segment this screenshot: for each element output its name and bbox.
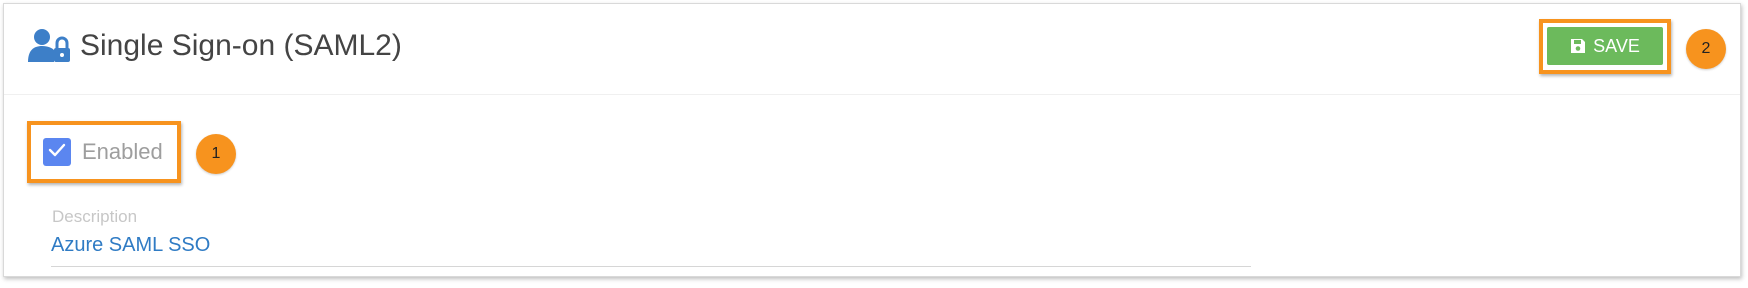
sso-settings-panel: Single Sign-on (SAML2) SAVE 2 Enabled 1 … [3, 3, 1741, 277]
checkmark-icon [48, 143, 66, 162]
panel-header: Single Sign-on (SAML2) [4, 4, 1740, 95]
callout-1: 1 [196, 134, 236, 174]
save-button[interactable]: SAVE [1547, 27, 1663, 65]
user-lock-icon [28, 28, 72, 64]
callout-2: 2 [1686, 29, 1726, 69]
description-label: Description [52, 207, 138, 226]
enabled-checkbox[interactable] [43, 138, 71, 166]
floppy-disk-icon [1570, 38, 1586, 54]
description-field[interactable]: Azure SAML SSO [51, 232, 1251, 267]
page-title: Single Sign-on (SAML2) [80, 29, 402, 62]
enabled-label[interactable]: Enabled [82, 138, 163, 166]
save-button-label: SAVE [1593, 35, 1640, 56]
